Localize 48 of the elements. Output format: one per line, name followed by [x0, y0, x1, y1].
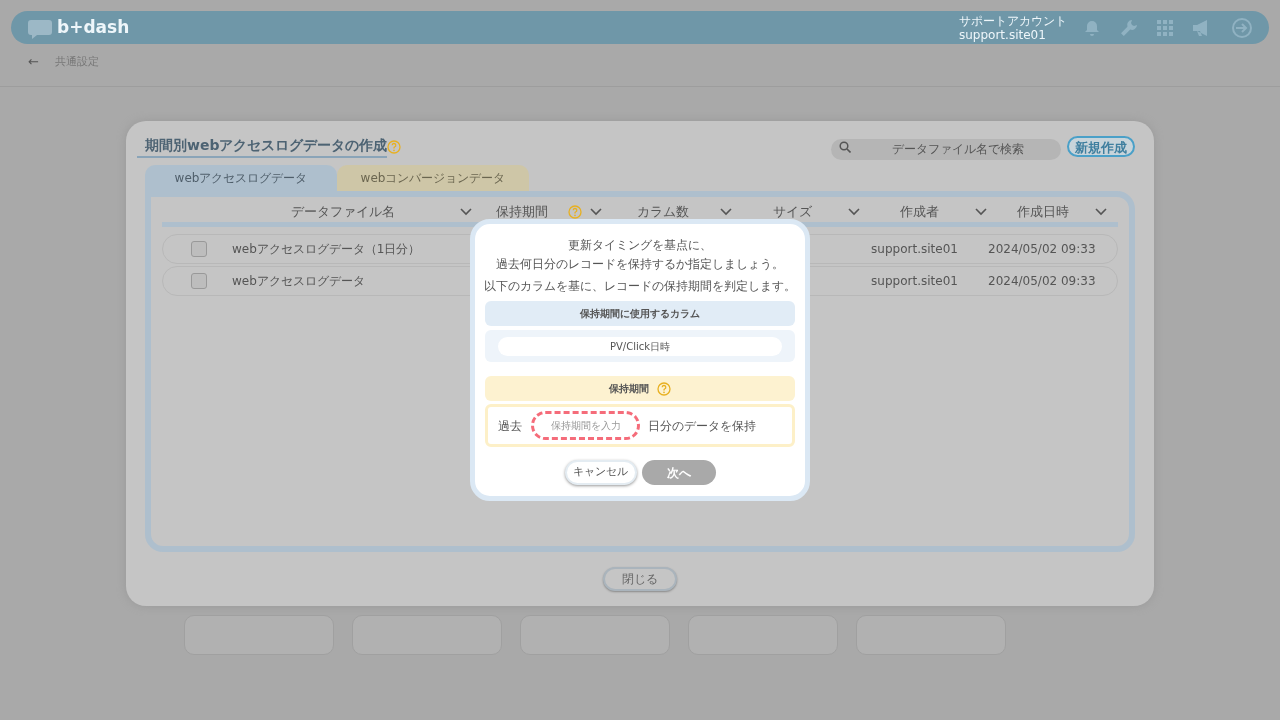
chevron-icon[interactable]: [975, 207, 987, 216]
modal-title: 期間別webアクセスログデータの作成: [137, 135, 388, 158]
tab[interactable]: webアクセスログデータ: [145, 165, 337, 191]
dialog-message: 過去何日分のレコードを保持するか指定しましょう。: [496, 256, 784, 273]
dialog-message: 更新タイミングを基点に、: [568, 237, 712, 254]
logout-icon[interactable]: [1231, 16, 1253, 39]
column-header[interactable]: データファイル名: [234, 201, 452, 222]
account-id: support.site01: [959, 27, 1047, 42]
table-cell-text: webアクセスログデータ（1日分）: [231, 241, 422, 258]
chevron-icon[interactable]: [460, 207, 472, 216]
cancel-button[interactable]: キャンセル: [564, 460, 637, 485]
field-prefix: 過去: [498, 417, 522, 435]
table-cell-text: 2024/05/02 09:33: [988, 273, 1097, 290]
help-icon[interactable]: [657, 381, 671, 396]
close-button[interactable]: 閉じる: [603, 567, 677, 591]
period-input[interactable]: 保持期間を入力: [531, 411, 640, 440]
column-header[interactable]: サイズ: [744, 201, 840, 222]
column-header[interactable]: 作成者: [872, 201, 967, 222]
dialog-note: 以下のカラムを基に、レコードの保持期間を判定します。: [484, 278, 796, 295]
section-header: 保持期間に使用するカラム: [485, 301, 795, 326]
tab[interactable]: webコンバージョンデータ: [337, 165, 529, 191]
table-cell-text: support.site01: [870, 273, 959, 290]
search-field[interactable]: データファイル名で検索: [831, 138, 1061, 160]
logo-text: b+dash: [57, 15, 130, 39]
wrench-icon[interactable]: [1119, 17, 1139, 38]
search-icon: [839, 141, 851, 153]
table-cell-text: support.site01: [870, 241, 959, 258]
chevron-icon[interactable]: [590, 207, 602, 216]
chevron-icon[interactable]: [720, 207, 732, 216]
chevron-icon[interactable]: [1095, 207, 1107, 216]
back-arrow-icon[interactable]: ←: [28, 52, 39, 72]
checkbox[interactable]: [191, 241, 207, 257]
column-header[interactable]: 作成日時: [999, 201, 1087, 222]
account-label: サポートアカウント: [959, 13, 1067, 28]
column-header[interactable]: カラム数: [614, 201, 712, 222]
table-cell-text: webアクセスログデータ: [231, 273, 366, 290]
checkbox[interactable]: [191, 273, 207, 289]
chevron-icon[interactable]: [848, 207, 860, 216]
help-icon[interactable]: [387, 139, 402, 154]
help-icon[interactable]: [568, 204, 582, 219]
column-header[interactable]: 保持期間: [484, 201, 560, 222]
section-title: 保持期間: [609, 382, 649, 396]
new-button[interactable]: 新規作成: [1067, 136, 1135, 157]
field-suffix: 日分のデータを保持: [648, 417, 756, 435]
table-cell-text: 2024/05/02 09:33: [988, 241, 1097, 258]
column-value: PV/Click日時: [498, 336, 782, 356]
apps-icon[interactable]: [1157, 19, 1173, 36]
bell-icon[interactable]: [1083, 18, 1101, 37]
